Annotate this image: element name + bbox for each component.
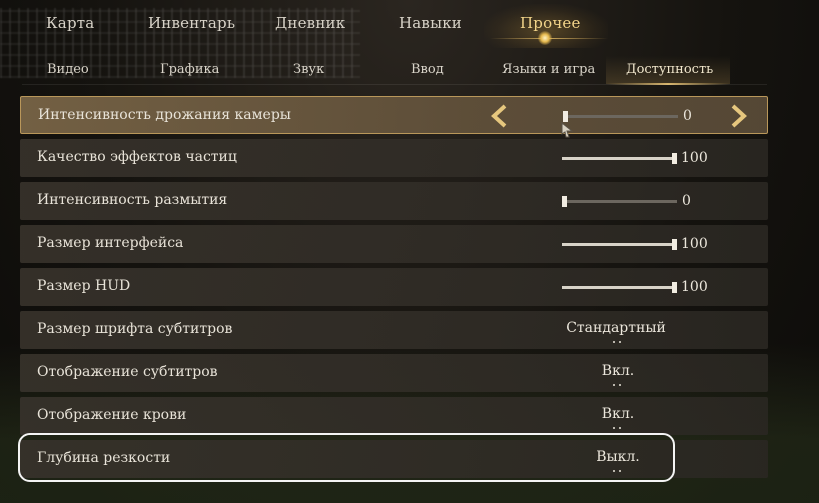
tab-journal[interactable]: Дневник bbox=[275, 14, 345, 32]
slider-track[interactable] bbox=[562, 239, 677, 250]
option-dots-indicator bbox=[613, 470, 623, 473]
tab-inventory[interactable]: Инвентарь bbox=[148, 14, 235, 32]
divider bbox=[22, 84, 767, 85]
setting-blur-intensity[interactable]: Интенсивность размытия 0 bbox=[20, 182, 768, 220]
mouse-cursor-icon bbox=[560, 121, 574, 138]
setting-label: Интенсивность дрожания камеры bbox=[38, 107, 291, 123]
subtab-graphics[interactable]: Графика bbox=[160, 62, 219, 77]
setting-interface-size[interactable]: Размер интерфейса 100 bbox=[20, 225, 768, 263]
slider-track[interactable] bbox=[562, 153, 677, 164]
subtab-input[interactable]: Ввод bbox=[411, 62, 444, 77]
tab-map[interactable]: Карта bbox=[46, 14, 94, 32]
option-dots-indicator bbox=[613, 384, 623, 387]
subtab-sound[interactable]: Звук bbox=[293, 62, 324, 77]
setting-label: Интенсивность размытия bbox=[37, 192, 228, 208]
tab-other[interactable]: Прочее bbox=[520, 14, 581, 32]
slider-fill bbox=[562, 157, 677, 160]
slider-track[interactable] bbox=[562, 196, 677, 207]
option-dots-indicator bbox=[613, 427, 623, 430]
chevron-left-icon[interactable] bbox=[488, 103, 512, 129]
setting-subtitles-display[interactable]: Отображение субтитров Вкл. bbox=[20, 354, 768, 392]
slider-fill bbox=[562, 286, 677, 289]
slider-track[interactable] bbox=[562, 282, 677, 293]
setting-depth-of-field[interactable]: Глубина резкости Выкл. bbox=[20, 440, 768, 478]
sub-tab-bar: Видео Графика Звук Ввод Языки и игра Дос… bbox=[0, 52, 819, 85]
slider-thumb[interactable] bbox=[672, 239, 677, 250]
slider-thumb[interactable] bbox=[672, 153, 677, 164]
setting-label: Отображение крови bbox=[37, 407, 187, 423]
slider-thumb[interactable] bbox=[562, 196, 567, 207]
slider-value: 100 bbox=[681, 150, 708, 166]
subtab-language-game[interactable]: Языки и игра bbox=[502, 62, 595, 77]
subtab-video[interactable]: Видео bbox=[47, 62, 89, 77]
setting-camera-shake[interactable]: Интенсивность дрожания камеры 0 bbox=[20, 96, 768, 134]
slider-track[interactable] bbox=[563, 111, 678, 122]
select-value[interactable]: Вкл. bbox=[580, 363, 656, 379]
setting-label: Размер HUD bbox=[37, 278, 131, 294]
setting-label: Глубина резкости bbox=[37, 450, 171, 466]
setting-label: Размер шрифта субтитров bbox=[37, 321, 233, 337]
slider-value: 100 bbox=[681, 236, 708, 252]
slider-thumb[interactable] bbox=[563, 111, 568, 122]
slider-value: 0 bbox=[682, 193, 691, 209]
slider-value: 0 bbox=[683, 108, 692, 124]
setting-label: Качество эффектов частиц bbox=[37, 149, 237, 165]
tab-skills[interactable]: Навыки bbox=[399, 14, 462, 32]
option-dots-indicator bbox=[613, 341, 623, 344]
select-value[interactable]: Выкл. bbox=[580, 449, 656, 465]
setting-label: Отображение субтитров bbox=[37, 364, 218, 380]
setting-blood-display[interactable]: Отображение крови Вкл. bbox=[20, 397, 768, 435]
setting-label: Размер интерфейса bbox=[37, 235, 184, 251]
setting-subtitle-font-size[interactable]: Размер шрифта субтитров Стандартный bbox=[20, 311, 768, 349]
setting-particle-quality[interactable]: Качество эффектов частиц 100 bbox=[20, 139, 768, 177]
select-value[interactable]: Стандартный bbox=[561, 320, 671, 336]
chevron-right-icon[interactable] bbox=[726, 103, 750, 129]
slider-value: 100 bbox=[681, 279, 708, 295]
slider-thumb[interactable] bbox=[672, 282, 677, 293]
active-tab-indicator-icon bbox=[538, 31, 552, 45]
setting-hud-size[interactable]: Размер HUD 100 bbox=[20, 268, 768, 306]
select-value[interactable]: Вкл. bbox=[580, 406, 656, 422]
top-tab-bar: Карта Инвентарь Дневник Навыки Прочее bbox=[0, 0, 819, 52]
subtab-accessibility[interactable]: Доступность bbox=[626, 62, 713, 77]
slider-fill bbox=[562, 243, 677, 246]
